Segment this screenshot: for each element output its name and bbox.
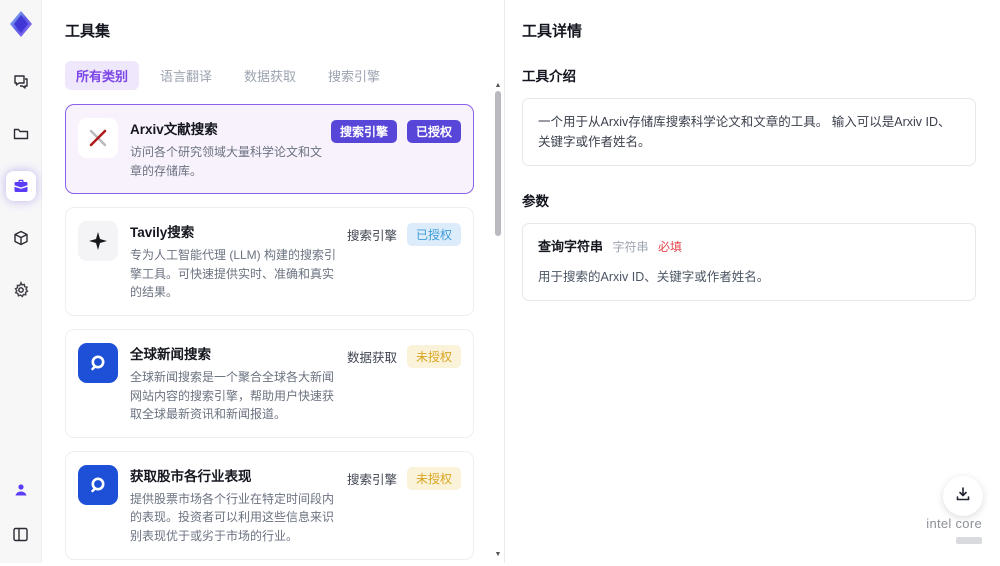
tool-name: 获取股市各行业表现: [130, 465, 339, 485]
panel-icon: [12, 526, 29, 543]
tool-status-badge: 已授权: [407, 120, 461, 143]
user-icon: [13, 482, 29, 498]
tools-panel: 工具集 所有类别语言翻译数据获取搜索引擎 Arxiv文献搜索访问各个研究领域大量…: [42, 0, 504, 563]
left-sidebar: [0, 0, 42, 563]
intel-badge: [956, 537, 982, 544]
intel-core-text: intel core: [926, 516, 982, 531]
tool-status-badge: 未授权: [407, 345, 461, 368]
sidebar-item-toggle[interactable]: [6, 519, 36, 549]
tool-category-badge: 搜索引擎: [347, 225, 397, 244]
app-logo-icon: [6, 9, 36, 39]
tool-card[interactable]: Tavily搜索专为人工智能代理 (LLM) 构建的搜索引擎工具。可快速提供实时…: [65, 207, 474, 316]
tool-description: 全球新闻搜索是一个聚合全球各大新闻网站内容的搜索引擎，帮助用户快速获取全球最新资…: [130, 368, 339, 424]
params-heading: 参数: [522, 190, 976, 210]
folder-icon: [12, 125, 30, 143]
news-blue-icon: [78, 343, 118, 383]
category-tabs: 所有类别语言翻译数据获取搜索引擎: [65, 61, 486, 90]
intel-core-logo: intel core: [926, 516, 982, 549]
param-name: 查询字符串: [538, 239, 603, 254]
tool-description: 提供股票市场各个行业在特定时间段内的表现。投资者可以利用这些信息来识别表现优于或…: [130, 490, 339, 546]
tool-name: Arxiv文献搜索: [130, 118, 323, 138]
tab-1[interactable]: 语言翻译: [149, 61, 223, 90]
download-button[interactable]: [943, 476, 983, 516]
cube-icon: [12, 229, 30, 247]
arxiv-icon: [78, 118, 118, 158]
sidebar-item-settings[interactable]: [6, 275, 36, 305]
scrollbar-up-arrow[interactable]: ▲: [494, 82, 502, 89]
tool-card[interactable]: Arxiv文献搜索访问各个研究领域大量科学论文和文章的存储库。搜索引擎已授权: [65, 104, 474, 194]
tool-description: 访问各个研究领域大量科学论文和文章的存储库。: [130, 143, 323, 180]
chat-icon: [12, 73, 30, 91]
sidebar-nav: [6, 67, 36, 305]
tool-card[interactable]: 获取股市各行业表现提供股票市场各个行业在特定时间段内的表现。投资者可以利用这些信…: [65, 451, 474, 560]
detail-title: 工具详情: [522, 20, 976, 41]
tools-panel-title: 工具集: [65, 20, 486, 41]
sidebar-item-toolbox[interactable]: [6, 171, 36, 201]
intro-heading: 工具介绍: [522, 65, 976, 85]
sidebar-item-user[interactable]: [6, 475, 36, 505]
tool-status-badge: 未授权: [407, 467, 461, 490]
sidebar-item-chat[interactable]: [6, 67, 36, 97]
tavily-icon: [78, 221, 118, 261]
tool-card[interactable]: 全球新闻搜索全球新闻搜索是一个聚合全球各大新闻网站内容的搜索引擎，帮助用户快速获…: [65, 329, 474, 438]
sidebar-item-folder[interactable]: [6, 119, 36, 149]
tool-category-badge: 数据获取: [347, 347, 397, 366]
sidebar-bottom: [6, 475, 36, 563]
tool-card-list: Arxiv文献搜索访问各个研究领域大量科学论文和文章的存储库。搜索引擎已授权Ta…: [65, 104, 486, 566]
briefcase-icon: [12, 177, 30, 195]
tool-status-badge: 已授权: [407, 223, 461, 246]
sidebar-item-packages[interactable]: [6, 223, 36, 253]
tool-name: Tavily搜索: [130, 221, 339, 241]
intro-text: 一个用于从Arxiv存储库搜索科学论文和文章的工具。 输入可以是Arxiv ID…: [522, 98, 976, 166]
param-required-badge: 必填: [658, 240, 682, 254]
scrollbar-thumb[interactable]: [495, 91, 501, 236]
tab-2[interactable]: 数据获取: [233, 61, 307, 90]
download-icon: [955, 486, 971, 507]
tab-0[interactable]: 所有类别: [65, 61, 139, 90]
tool-category-badge: 搜索引擎: [347, 469, 397, 488]
gear-icon: [12, 281, 30, 299]
tab-3[interactable]: 搜索引擎: [317, 61, 391, 90]
tool-name: 全球新闻搜索: [130, 343, 339, 363]
tool-category-badge: 搜索引擎: [331, 120, 397, 143]
tool-description: 专为人工智能代理 (LLM) 构建的搜索引擎工具。可快速提供实时、准确和真实的结…: [130, 246, 339, 302]
param-description: 用于搜索的Arxiv ID、关键字或作者姓名。: [538, 267, 960, 287]
list-scrollbar[interactable]: ▲ ▼: [494, 84, 502, 556]
news-blue-icon: [78, 465, 118, 505]
param-item: 查询字符串 字符串 必填 用于搜索的Arxiv ID、关键字或作者姓名。: [522, 223, 976, 301]
tool-detail-panel: 工具详情 工具介绍 一个用于从Arxiv存储库搜索科学论文和文章的工具。 输入可…: [504, 0, 1000, 563]
param-type: 字符串: [613, 240, 649, 254]
scrollbar-down-arrow[interactable]: ▼: [494, 551, 502, 558]
